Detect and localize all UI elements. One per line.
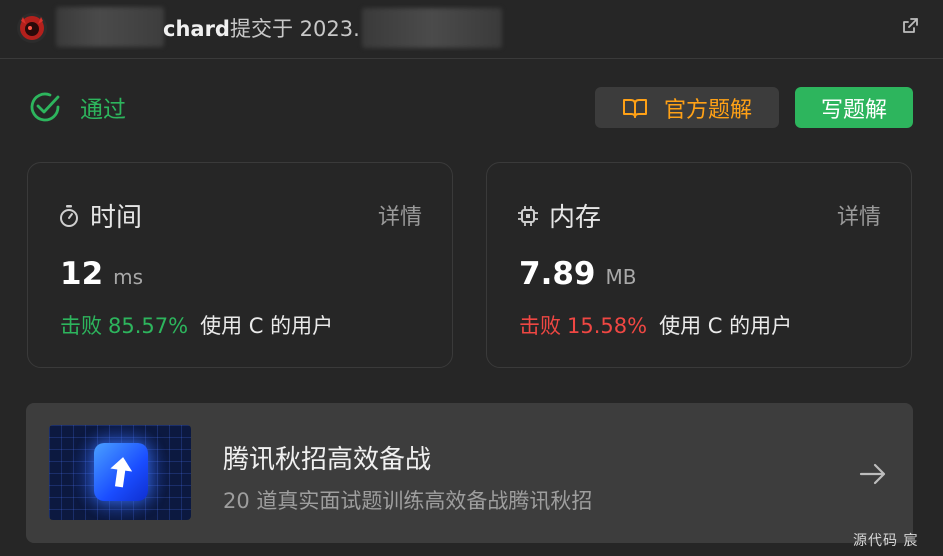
memory-number: 7.89 [519, 256, 596, 292]
runtime-number: 12 [60, 256, 104, 292]
submitted-at: 提交于 2023. [230, 17, 360, 41]
official-solution-button[interactable]: 官方题解 [595, 87, 779, 128]
promo-title: 腾讯秋招高效备战 [223, 445, 432, 475]
runtime-beat-suffix: 使用 C 的用户 [200, 314, 334, 338]
author-name[interactable]: chard [163, 17, 230, 41]
promo-banner[interactable]: 腾讯秋招高效备战 20 道真实面试题训练高效备战腾讯秋招 [26, 403, 913, 543]
memory-card: 内存 详情 7.89 MB 击败 15.58% 使用 C 的用户 [486, 162, 912, 368]
runtime-beat-percent: 85.57% [108, 314, 189, 338]
avatar[interactable] [17, 13, 47, 43]
up-arrow-logo-icon [94, 443, 148, 501]
avatar-image [20, 16, 44, 40]
runtime-detail-link[interactable]: 详情 [378, 199, 422, 231]
memory-title-label: 内存 [549, 203, 602, 233]
runtime-title: 时间 [58, 197, 142, 234]
chip-icon [518, 205, 538, 226]
memory-beat-suffix: 使用 C 的用户 [659, 314, 793, 338]
write-solution-button[interactable]: 写题解 [795, 87, 913, 128]
memory-detail-link[interactable]: 详情 [837, 199, 881, 231]
memory-unit: MB [605, 265, 637, 289]
official-solution-label: 官方题解 [663, 96, 752, 122]
runtime-beats: 击败 85.57% 使用 C 的用户 [60, 310, 333, 340]
runtime-value: 12 ms [60, 256, 143, 292]
memory-beat-percent: 15.58% [567, 314, 648, 338]
redacted-date [362, 8, 502, 48]
promo-image [49, 425, 191, 520]
check-circle-icon [30, 92, 60, 122]
corner-watermark: 源代码 宸 [853, 533, 919, 549]
submission-header: chard 提交于 2023. [0, 0, 943, 59]
runtime-unit: ms [113, 265, 144, 289]
stopwatch-icon [60, 204, 78, 227]
book-icon [622, 98, 647, 118]
redacted-username [56, 7, 164, 47]
memory-beats: 击败 15.58% 使用 C 的用户 [519, 310, 792, 340]
share-icon[interactable] [900, 16, 920, 36]
memory-value: 7.89 MB [519, 256, 636, 292]
runtime-title-label: 时间 [90, 203, 143, 233]
runtime-beat-label: 击败 [60, 314, 102, 338]
status-row: 通过 [28, 90, 126, 124]
memory-title: 内存 [517, 197, 601, 234]
arrow-right-icon[interactable] [858, 459, 888, 489]
memory-beat-label: 击败 [519, 314, 561, 338]
promo-subtitle: 20 道真实面试题训练高效备战腾讯秋招 [223, 489, 593, 513]
runtime-card: 时间 详情 12 ms 击败 85.57% 使用 C 的用户 [27, 162, 453, 368]
status-label: 通过 [80, 97, 126, 123]
